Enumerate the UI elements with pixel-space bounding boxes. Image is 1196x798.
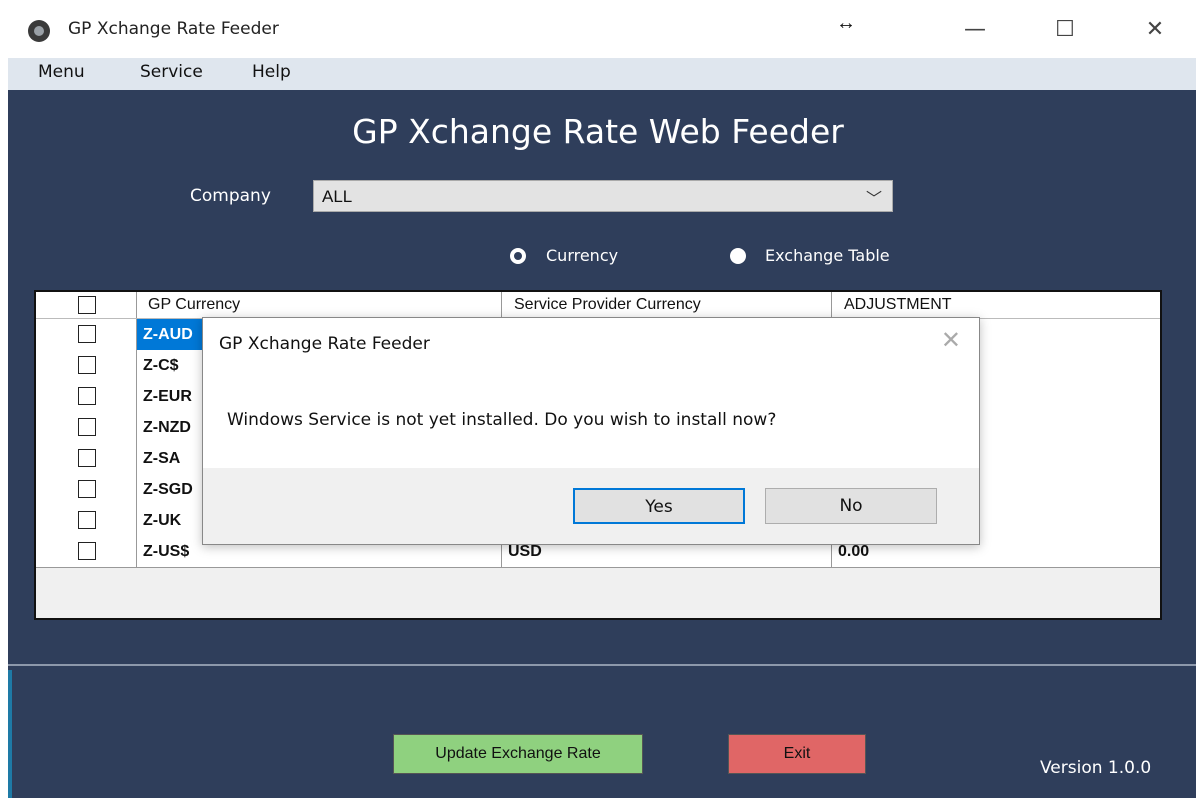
dialog-message: Windows Service is not yet installed. Do… xyxy=(227,410,777,430)
panel-separator xyxy=(8,664,1196,666)
exit-button[interactable]: Exit xyxy=(728,734,866,774)
no-button[interactable]: No xyxy=(765,488,937,524)
page-title: GP Xchange Rate Web Feeder xyxy=(352,112,844,151)
gp-currency-cell[interactable]: Z-SGD xyxy=(143,474,193,505)
menu-item-help[interactable]: Help xyxy=(252,62,291,82)
window-title: GP Xchange Rate Feeder xyxy=(68,19,279,39)
dialog-title: GP Xchange Rate Feeder xyxy=(219,334,430,354)
minimize-button[interactable]: — xyxy=(950,8,1000,52)
gp-currency-cell[interactable]: Z-C$ xyxy=(143,350,179,381)
company-select-value: ALL xyxy=(322,187,353,206)
row-checkbox[interactable] xyxy=(78,449,96,467)
column-header-gp-currency[interactable]: GP Currency xyxy=(148,292,240,318)
row-checkbox[interactable] xyxy=(78,511,96,529)
close-icon[interactable]: ✕ xyxy=(941,326,961,355)
gp-currency-cell[interactable]: Z-EUR xyxy=(143,381,192,412)
row-checkbox[interactable] xyxy=(78,387,96,405)
yes-button[interactable]: Yes xyxy=(573,488,745,524)
header-divider xyxy=(136,292,137,318)
select-all-checkbox[interactable] xyxy=(78,296,96,314)
row-checkbox[interactable] xyxy=(78,480,96,498)
cell-divider xyxy=(136,474,137,505)
gp-currency-cell[interactable]: Z-US$ xyxy=(143,536,189,567)
row-checkbox[interactable] xyxy=(78,418,96,436)
chevron-down-icon: ﹀ xyxy=(865,191,882,208)
app-icon xyxy=(28,20,50,42)
radio-currency-label[interactable]: Currency xyxy=(546,246,618,265)
row-checkbox[interactable] xyxy=(78,325,96,343)
column-header-provider-currency[interactable]: Service Provider Currency xyxy=(514,292,701,318)
radio-exchange-table[interactable] xyxy=(730,248,746,264)
menu-item-service[interactable]: Service xyxy=(140,62,203,82)
cell-divider xyxy=(136,381,137,412)
update-exchange-rate-button[interactable]: Update Exchange Rate xyxy=(393,734,643,774)
cell-divider xyxy=(136,505,137,536)
gp-currency-cell[interactable]: Z-NZD xyxy=(143,412,191,443)
resize-cursor-icon: ↔ xyxy=(836,12,856,34)
cell-divider xyxy=(136,536,137,567)
maximize-button[interactable]: ☐ xyxy=(1040,8,1090,52)
version-label: Version 1.0.0 xyxy=(1040,758,1152,778)
row-checkbox[interactable] xyxy=(78,542,96,560)
menu-item-menu[interactable]: Menu xyxy=(38,62,85,82)
radio-currency[interactable] xyxy=(510,248,526,264)
install-service-dialog: GP Xchange Rate Feeder ✕ Windows Service… xyxy=(202,317,980,545)
close-window-button[interactable]: ✕ xyxy=(1130,8,1180,52)
company-label: Company xyxy=(190,186,271,206)
gp-currency-cell[interactable]: Z-UK xyxy=(143,505,181,536)
cell-divider xyxy=(136,412,137,443)
company-select[interactable]: ALL ﹀ xyxy=(313,180,893,212)
row-checkbox[interactable] xyxy=(78,356,96,374)
header-divider xyxy=(831,292,832,318)
gp-currency-cell[interactable]: Z-SA xyxy=(143,443,180,474)
panel-accent-bar xyxy=(8,670,12,798)
radio-exchange-table-label[interactable]: Exchange Table xyxy=(765,246,890,265)
cell-divider xyxy=(136,443,137,474)
cell-divider xyxy=(136,350,137,381)
column-header-adjustment[interactable]: ADJUSTMENT xyxy=(844,292,952,318)
header-divider xyxy=(501,292,502,318)
